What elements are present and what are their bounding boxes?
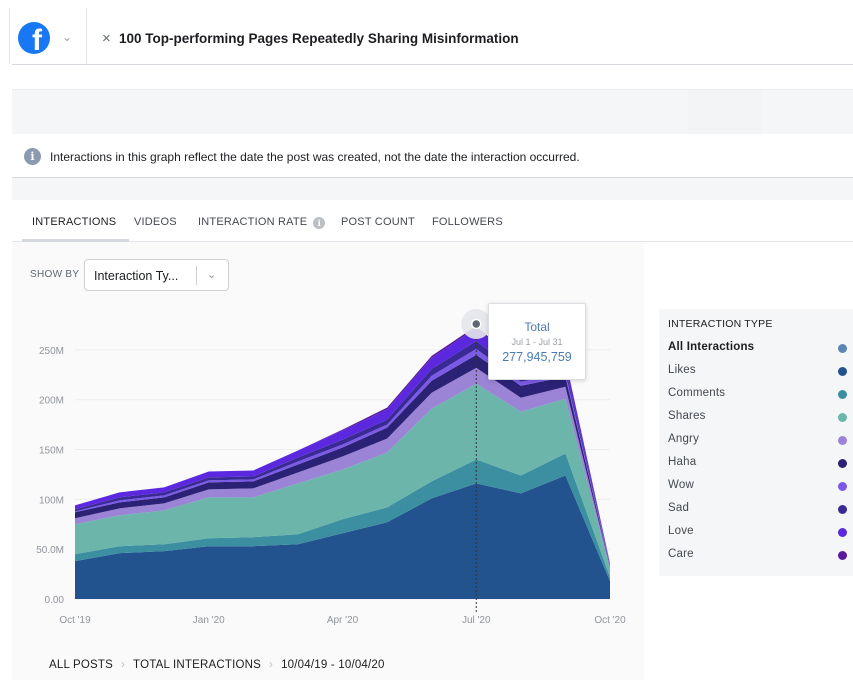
legend-item-care[interactable]: Care xyxy=(668,548,853,564)
chevron-down-icon: ⌄ xyxy=(207,269,217,281)
page-title: 100 Top-performing Pages Repeatedly Shar… xyxy=(119,31,519,46)
top-bar-left-edge xyxy=(0,8,10,64)
tab-post-count[interactable]: POST COUNT xyxy=(341,216,415,228)
legend-color-swatch xyxy=(838,344,847,353)
legend-item-likes[interactable]: Likes xyxy=(668,364,853,380)
legend-item-comments[interactable]: Comments xyxy=(668,387,853,403)
toolbar-band xyxy=(12,89,853,135)
info-icon[interactable]: i xyxy=(313,217,326,229)
divider xyxy=(86,8,87,64)
chevron-down-icon[interactable]: ⌄ xyxy=(62,30,76,44)
legend-color-swatch xyxy=(838,459,847,468)
top-bar: f ⌄ × 100 Top-performing Pages Repeatedl… xyxy=(0,0,853,66)
legend-item-wow[interactable]: Wow xyxy=(668,479,853,495)
show-by-selected-value: Interaction Ty... xyxy=(94,269,179,283)
tab-interactions[interactable]: INTERACTIONS xyxy=(32,216,116,228)
legend-color-swatch xyxy=(838,482,847,491)
legend-color-swatch xyxy=(838,390,847,399)
tab-followers[interactable]: FOLLOWERS xyxy=(432,216,503,228)
close-icon[interactable]: × xyxy=(102,30,111,47)
show-by-select[interactable]: Interaction Ty... ⌄ xyxy=(84,259,229,291)
breadcrumb-separator: › xyxy=(269,659,274,671)
legend-color-swatch xyxy=(838,528,847,537)
legend-item-label: Sad xyxy=(668,502,690,514)
legend-item-love[interactable]: Love xyxy=(668,525,853,541)
spacer-band xyxy=(12,178,853,200)
breadcrumb-separator: › xyxy=(121,659,126,671)
legend-item-haha[interactable]: Haha xyxy=(668,456,853,472)
legend-item-label: Care xyxy=(668,548,694,560)
legend-item-all-interactions[interactable]: All Interactions xyxy=(668,341,853,357)
chart-legend: INTERACTION TYPE All Interactions Likes Co… xyxy=(659,309,853,576)
breadcrumb-all-posts[interactable]: ALL POSTS xyxy=(49,659,113,671)
chart-tooltip: Total Jul 1 - Jul 31 277,945,759 xyxy=(488,303,586,380)
legend-item-sad[interactable]: Sad xyxy=(668,502,853,518)
facebook-logo-icon[interactable]: f xyxy=(18,22,50,54)
legend-item-label: Angry xyxy=(668,433,700,445)
tooltip-title: Total xyxy=(524,320,550,334)
breadcrumb-date-range[interactable]: 10/04/19 - 10/04/20 xyxy=(281,659,385,671)
divider xyxy=(12,64,853,65)
tooltip-value: 277,945,759 xyxy=(502,350,572,364)
legend-color-swatch xyxy=(838,551,847,560)
legend-color-swatch xyxy=(838,413,847,422)
legend-item-label: Love xyxy=(668,525,694,537)
legend-item-label: Shares xyxy=(668,410,706,422)
legend-item-label: Likes xyxy=(668,364,696,376)
breadcrumb: ALL POSTS › TOTAL INTERACTIONS › 10/04/19 - … xyxy=(49,659,385,671)
legend-item-label: Haha xyxy=(668,456,697,468)
tab-videos[interactable]: VIDEOS xyxy=(134,216,177,228)
tooltip-date-range: Jul 1 - Jul 31 xyxy=(511,337,563,347)
info-text: Interactions in this graph reflect the d… xyxy=(50,150,580,164)
show-by-label: SHOW BY xyxy=(30,269,80,280)
legend-item-shares[interactable]: Shares xyxy=(668,410,853,426)
legend-item-label: Wow xyxy=(668,479,694,491)
legend-color-swatch xyxy=(838,367,847,376)
facebook-logo-glyph: f xyxy=(32,24,42,55)
select-divider xyxy=(196,266,197,285)
info-banner: i Interactions in this graph reflect the… xyxy=(12,134,853,178)
legend-item-label: Comments xyxy=(668,387,726,399)
legend-color-swatch xyxy=(838,436,847,445)
metric-tabs: INTERACTIONS VIDEOS INTERACTION RATE i PO… xyxy=(12,200,853,242)
info-icon: i xyxy=(24,148,41,165)
tab-interaction-rate-label: INTERACTION RATE xyxy=(198,216,308,228)
tab-interaction-rate[interactable]: INTERACTION RATE i xyxy=(198,216,326,229)
legend-color-swatch xyxy=(838,505,847,514)
toolbar-band-segment xyxy=(688,90,762,135)
legend-item-angry[interactable]: Angry xyxy=(668,433,853,449)
legend-title: INTERACTION TYPE xyxy=(668,318,773,330)
breadcrumb-total-interactions[interactable]: TOTAL INTERACTIONS xyxy=(133,659,261,671)
legend-item-label: All Interactions xyxy=(668,341,755,353)
